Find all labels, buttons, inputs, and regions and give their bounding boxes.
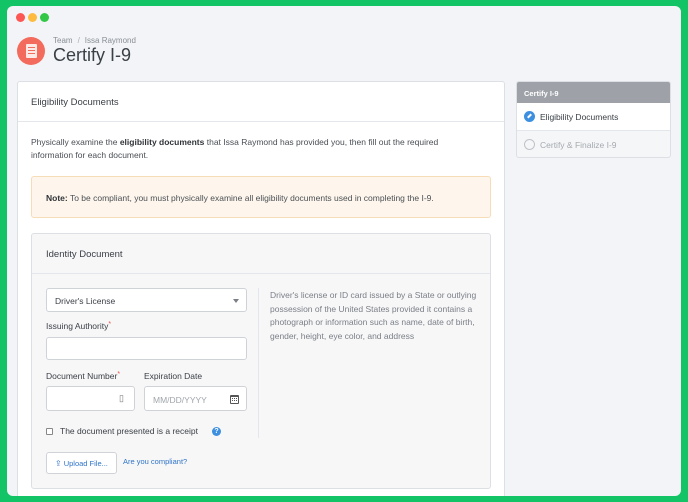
empty-circle-icon — [524, 139, 535, 150]
intro-text: Physically examine the eligibility docum… — [31, 137, 439, 160]
upload-icon: ⇪ — [55, 459, 62, 468]
breadcrumb: Team / Issa Raymond — [53, 36, 136, 45]
page-header: Team / Issa Raymond Certify I-9 — [17, 36, 417, 72]
calendar-icon[interactable] — [230, 395, 239, 404]
upload-file-button[interactable]: ⇪ Upload File... — [46, 452, 117, 474]
upload-file-label: Upload File... — [63, 459, 108, 468]
minimize-window-button[interactable] — [28, 13, 37, 22]
breadcrumb-team-link[interactable]: Team — [53, 36, 73, 45]
sidebar-step-label: Certify & Finalize I-9 — [540, 140, 617, 150]
app-window: Team / Issa Raymond Certify I-9 Eligibilit… — [7, 6, 681, 496]
receipt-checkbox-label[interactable]: The document presented is a receipt — [60, 426, 198, 436]
title-bar — [7, 6, 681, 28]
document-number-input[interactable]: ▯ — [46, 386, 135, 411]
pencil-icon — [524, 111, 535, 122]
identity-document-card: Identity Document Driver's License Issui… — [31, 233, 491, 489]
close-window-button[interactable] — [16, 13, 25, 22]
breadcrumb-separator: / — [77, 36, 80, 45]
section-title: Eligibility Documents — [18, 82, 504, 122]
document-type-value: Driver's License — [55, 296, 116, 306]
expiration-date-input[interactable]: MM/DD/YYYY — [144, 386, 247, 411]
maximize-window-button[interactable] — [40, 13, 49, 22]
document-description: Driver's license or ID card issued by a … — [270, 290, 477, 341]
issuing-authority-label: Issuing Authority* — [46, 321, 112, 331]
vertical-divider — [258, 288, 259, 438]
help-icon[interactable]: ? — [212, 427, 221, 436]
id-card-icon: ▯ — [119, 393, 124, 403]
expiration-date-placeholder: MM/DD/YYYY — [153, 395, 207, 405]
receipt-checkbox[interactable] — [46, 428, 53, 435]
chevron-down-icon — [233, 299, 239, 303]
sidebar-header: Certify I-9 — [517, 82, 670, 103]
expiration-date-label: Expiration Date — [144, 371, 203, 381]
issuing-authority-input[interactable] — [46, 337, 247, 360]
eligibility-documents-card: Eligibility Documents Physically examine… — [17, 81, 505, 496]
breadcrumb-current[interactable]: Issa Raymond — [85, 36, 136, 45]
steps-sidebar: Certify I-9 Eligibility Documents Certif… — [516, 81, 671, 158]
document-icon — [17, 37, 45, 65]
are-you-compliant-link[interactable]: Are you compliant? — [123, 457, 187, 466]
document-number-label: Document Number* — [46, 371, 121, 381]
sidebar-step-certify-finalize[interactable]: Certify & Finalize I-9 — [517, 131, 670, 157]
identity-document-title: Identity Document — [32, 234, 490, 274]
document-type-select[interactable]: Driver's License — [46, 288, 247, 312]
page-title: Certify I-9 — [53, 45, 132, 65]
compliance-note: Note: To be compliant, you must physical… — [31, 176, 491, 218]
sidebar-step-eligibility-documents[interactable]: Eligibility Documents — [517, 103, 670, 131]
sidebar-step-label: Eligibility Documents — [540, 112, 619, 122]
